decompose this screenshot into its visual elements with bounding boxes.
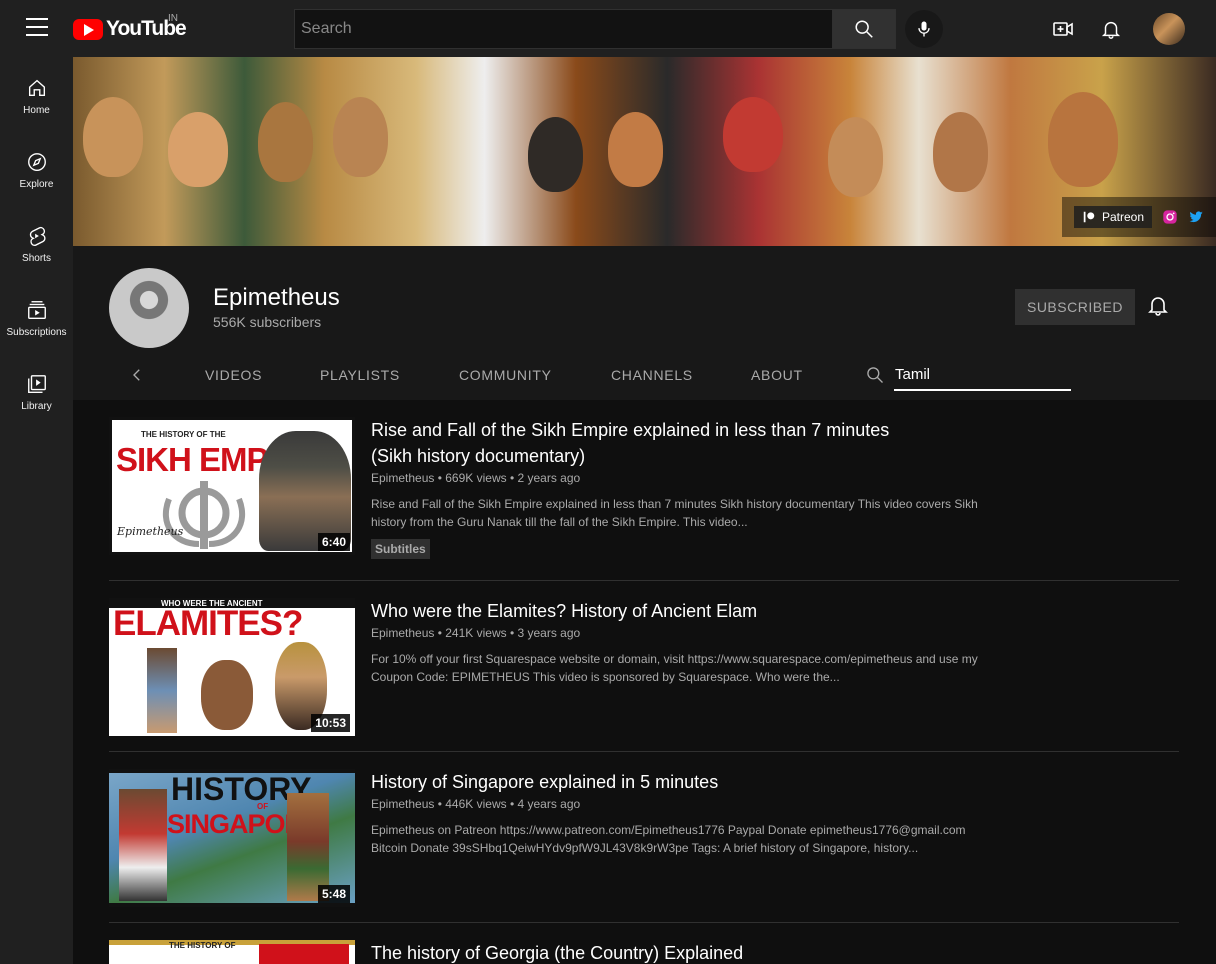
banner-figure <box>528 117 583 192</box>
sidebar: Home Explore Shorts Subscriptions Librar… <box>0 57 73 964</box>
search-input[interactable] <box>295 10 832 48</box>
sidebar-item-label: Explore <box>19 179 54 190</box>
sidebar-item-label: Shorts <box>22 253 51 264</box>
banner-links: Patreon <box>1061 197 1216 237</box>
patreon-label: Patreon <box>1101 210 1144 224</box>
sidebar-item-explore[interactable]: Explore <box>0 131 73 205</box>
tab-community[interactable]: COMMUNITY <box>459 367 552 383</box>
patreon-link[interactable]: Patreon <box>1073 206 1152 228</box>
thumbnail-face <box>201 660 253 730</box>
result-divider <box>109 751 1179 752</box>
video-title[interactable]: Rise and Fall of the Sikh Empire explain… <box>371 417 931 469</box>
video-thumbnail[interactable]: THE HISTORY OF THE SIKH EMPIRE Epimetheu… <box>109 417 355 555</box>
banner-figure <box>723 97 783 172</box>
sidebar-item-shorts[interactable]: Shorts <box>0 205 73 279</box>
result-divider <box>109 922 1179 923</box>
video-thumbnail[interactable]: HISTORY OF SINGAPORE 5:48 <box>109 769 355 907</box>
video-duration: 6:40 <box>317 533 350 551</box>
channel-tabs: VIDEOS PLAYLISTS COMMUNITY CHANNELS ABOU… <box>73 354 1216 400</box>
video-duration: 5:48 <box>317 885 350 903</box>
country-code: IN <box>168 13 178 24</box>
sidebar-item-subscriptions[interactable]: Subscriptions <box>0 279 73 353</box>
search-results: THE HISTORY OF THE SIKH EMPIRE Epimetheu… <box>73 400 1216 964</box>
bell-icon <box>1148 297 1168 316</box>
patreon-icon <box>1083 211 1095 223</box>
thumbnail-caption: THE HISTORY OF THE <box>141 430 226 439</box>
thumbnail-headline: ELAMITES? <box>113 604 303 643</box>
search-button[interactable] <box>832 9 896 49</box>
tab-channels[interactable]: CHANNELS <box>611 367 693 383</box>
home-icon <box>28 79 45 97</box>
hamburger-menu-icon[interactable] <box>26 18 48 36</box>
banner-figure <box>608 112 663 187</box>
channel-name: Epimetheus <box>213 284 340 311</box>
sidebar-item-library[interactable]: Library <box>0 353 73 427</box>
tab-about[interactable]: ABOUT <box>751 367 803 383</box>
account-avatar[interactable] <box>1153 13 1185 45</box>
video-title[interactable]: Who were the Elamites? History of Ancien… <box>371 598 931 624</box>
video-meta: Epimetheus • 241K views • 3 years ago <box>371 626 581 640</box>
video-description: Epimetheus on Patreon https://www.patreo… <box>371 823 966 855</box>
channel-banner: Patreon <box>73 57 1216 246</box>
banner-figure <box>828 117 883 197</box>
search-icon <box>855 20 873 38</box>
video-description: Rise and Fall of the Sikh Empire explain… <box>371 497 978 529</box>
banner-figure <box>168 112 228 187</box>
subscriber-count: 556K subscribers <box>213 314 322 330</box>
video-thumbnail[interactable]: THE HISTORY OF <box>109 940 355 964</box>
sidebar-item-label: Subscriptions <box>6 327 67 338</box>
youtube-play-icon <box>73 18 103 40</box>
tabs-scroll-left-button[interactable] <box>128 366 146 389</box>
create-video-button[interactable] <box>1048 14 1078 44</box>
channel-notification-button[interactable] <box>1146 293 1170 322</box>
video-duration: 10:53 <box>311 714 350 732</box>
video-description: For 10% off your first Squarespace websi… <box>371 652 978 684</box>
instagram-icon[interactable] <box>1162 209 1178 225</box>
video-title[interactable]: History of Singapore explained in 5 minu… <box>371 769 931 795</box>
channel-search-input[interactable] <box>894 360 1071 391</box>
subtitles-badge: Subtitles <box>371 539 430 559</box>
video-meta: Epimetheus • 669K views • 2 years ago <box>371 471 581 485</box>
shorts-icon <box>29 226 45 246</box>
sidebar-item-home[interactable]: Home <box>0 57 73 131</box>
thumbnail-signature: Epimetheus <box>117 525 184 538</box>
compass-icon <box>27 153 46 171</box>
bell-icon <box>1101 21 1121 39</box>
search-icon <box>867 367 883 383</box>
subscriptions-icon <box>27 301 46 319</box>
tab-playlists[interactable]: PLAYLISTS <box>320 367 400 383</box>
banner-figure <box>258 102 313 182</box>
top-bar: YouTube IN <box>0 0 1216 57</box>
video-thumbnail[interactable]: WHO WERE THE ANCIENT ELAMITES? 10:53 <box>109 598 355 736</box>
chevron-left-icon <box>133 369 140 381</box>
video-meta: Epimetheus • 446K views • 4 years ago <box>371 797 581 811</box>
channel-avatar[interactable] <box>109 268 189 348</box>
banner-figure <box>933 112 988 192</box>
channel-header: Epimetheus 556K subscribers SUBSCRIBED V… <box>73 246 1216 400</box>
video-title[interactable]: The history of Georgia (the Country) Exp… <box>371 940 931 964</box>
banner-figure <box>333 97 388 177</box>
library-icon <box>27 375 46 393</box>
thumbnail-headline-fragment <box>259 944 349 964</box>
thumbnail-figure <box>147 648 177 733</box>
twitter-icon[interactable] <box>1188 209 1204 225</box>
result-divider <box>109 580 1179 581</box>
voice-search-button[interactable] <box>905 10 943 48</box>
khanda-symbol-icon <box>162 481 246 549</box>
subscribed-button[interactable]: SUBSCRIBED <box>1015 289 1135 325</box>
microphone-icon <box>918 21 930 37</box>
sidebar-item-label: Library <box>21 401 52 412</box>
sidebar-item-label: Home <box>23 105 50 116</box>
banner-figure <box>83 97 143 177</box>
thumbnail-caption: THE HISTORY OF <box>169 941 236 950</box>
thumbnail-figure <box>119 789 167 901</box>
search-box <box>294 9 833 49</box>
notifications-button[interactable] <box>1096 14 1126 44</box>
create-video-icon <box>1053 22 1073 36</box>
banner-figure <box>1048 92 1118 187</box>
channel-search-button[interactable] <box>865 365 885 390</box>
tab-videos[interactable]: VIDEOS <box>205 367 262 383</box>
